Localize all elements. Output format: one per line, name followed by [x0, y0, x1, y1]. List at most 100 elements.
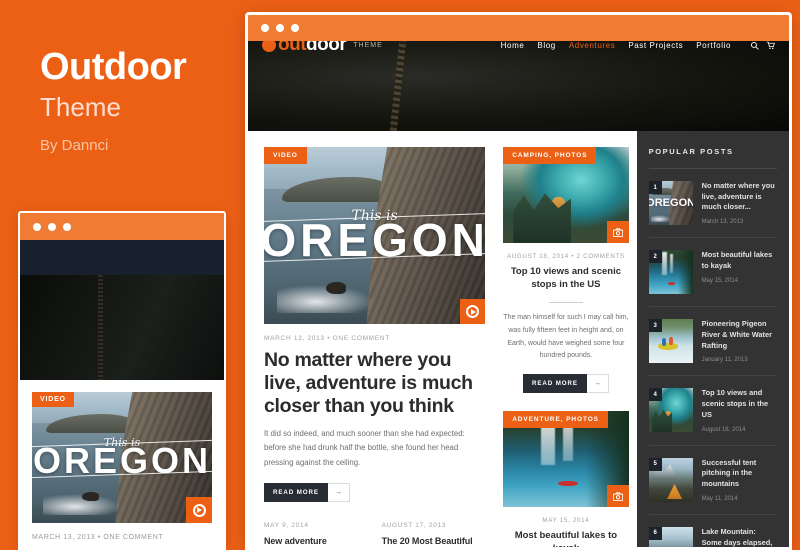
- popular-post-item[interactable]: 6 Lake Mountain: Some days elapsed, and …: [648, 515, 777, 547]
- small-post-item: AUGUST 17, 2013 The 20 Most Beautiful Hi…: [381, 522, 486, 547]
- popular-post-text: Most beautiful lakes to kayak May 15, 20…: [702, 250, 777, 294]
- preview-body: VIDEO This is OREGON MARCH 13, 2013 • ON…: [20, 240, 224, 550]
- small-post-title[interactable]: New adventure experience: Diving in ice …: [264, 529, 368, 547]
- popular-post-title[interactable]: Successful tent pitching in the mountain…: [702, 458, 777, 490]
- popular-post-item[interactable]: 3 Pioneering Pigeon River & White Water …: [648, 307, 777, 377]
- play-icon: [466, 305, 480, 318]
- popular-post-item[interactable]: 5 Successful tent pitching in the mounta…: [648, 446, 777, 515]
- post-card-excerpt: The man himself for such I may call him,…: [503, 313, 629, 360]
- rank-badge: 5: [648, 457, 662, 471]
- preview-category-badge[interactable]: VIDEO: [32, 392, 74, 407]
- popular-post-date: August 18, 2014: [701, 426, 746, 433]
- popular-post-text: No matter where you live, adventure is m…: [702, 181, 777, 225]
- nav-item-adventures[interactable]: Adventures: [569, 41, 615, 50]
- popular-post-text: Successful tent pitching in the mountain…: [702, 458, 777, 502]
- nav-item-blog[interactable]: Blog: [537, 41, 555, 50]
- featured-post-image[interactable]: VIDEO This is OREGON: [264, 147, 486, 324]
- nav-item-past-projects[interactable]: Past Projects: [628, 41, 683, 50]
- arrow-right-icon: →: [586, 374, 609, 394]
- popular-post-date: January 11, 2013: [701, 357, 748, 364]
- popular-post-thumbnail: 5: [648, 457, 693, 502]
- rank-badge: 2: [648, 250, 662, 264]
- popular-post-title[interactable]: Most beautiful lakes to kayak: [702, 250, 777, 271]
- rank-badge: 3: [648, 319, 662, 333]
- play-button[interactable]: [186, 497, 212, 523]
- popular-post-text: Top 10 views and scenic stops in the US …: [702, 388, 777, 432]
- site-header: out door THEME Home Blog Adventures Past…: [248, 41, 789, 131]
- preview-post: VIDEO This is OREGON MARCH 13, 2013 • ON…: [20, 380, 224, 541]
- popular-post-date: May 11, 2014: [701, 495, 738, 502]
- main-navigation: Home Blog Adventures Past Projects Portf…: [501, 41, 775, 50]
- cart-icon[interactable]: [766, 41, 775, 50]
- small-post-title[interactable]: The 20 Most Beautiful Hikes: [382, 529, 486, 547]
- play-button[interactable]: [460, 299, 486, 324]
- window-dot-icon[interactable]: [48, 222, 56, 231]
- small-posts-row: MAY 9, 2014 New adventure experience: Di…: [264, 502, 486, 547]
- window-close-dot-icon[interactable]: [261, 24, 269, 32]
- search-icon[interactable]: [750, 41, 759, 50]
- read-more-label: READ MORE: [264, 483, 328, 503]
- popular-post-title[interactable]: Lake Mountain: Some days elapsed, and ic…: [702, 527, 777, 547]
- sidebar-heading: POPULAR POSTS: [648, 147, 734, 156]
- secondary-column: CAMPING, PHOTOS AUGUST 18, 2014 • 2 COMM…: [495, 131, 636, 547]
- featured-category-badge[interactable]: VIDEO: [264, 147, 307, 164]
- post-card-image[interactable]: CAMPING, PHOTOS: [503, 147, 629, 243]
- browser-titlebar: [248, 15, 789, 41]
- promo-subtitle: Theme: [40, 92, 121, 122]
- nav-item-home[interactable]: Home: [501, 41, 525, 50]
- small-post-meta: AUGUST 17, 2013: [381, 522, 447, 530]
- popular-post-thumbnail: 4: [648, 388, 693, 433]
- popular-post-title[interactable]: Top 10 views and scenic stops in the US: [702, 388, 777, 420]
- post-card-title[interactable]: Top 10 views and scenic stops in the US: [503, 260, 628, 292]
- oregon-overlay-text: This is OREGON: [264, 147, 486, 324]
- logo-mark-icon: [262, 41, 276, 52]
- oregon-overlay-text: This is OREGON: [32, 392, 212, 523]
- camera-icon: [612, 227, 623, 237]
- popular-post-title[interactable]: No matter where you live, adventure is m…: [702, 181, 777, 213]
- read-more-label: READ MORE: [522, 374, 587, 394]
- post-card: CAMPING, PHOTOS AUGUST 18, 2014 • 2 COMM…: [503, 147, 629, 394]
- preview-navbar: [20, 240, 224, 275]
- screenshot-stage: Outdoor Theme By Dannci VIDEO This is OR…: [0, 0, 800, 550]
- header-row: out door THEME Home Blog Adventures Past…: [248, 41, 789, 57]
- logo-text-secondary: door: [306, 41, 347, 55]
- featured-read-more-button[interactable]: READ MORE →: [264, 483, 350, 503]
- popular-post-text: Lake Mountain: Some days elapsed, and ic…: [702, 527, 777, 547]
- sidebar: POPULAR POSTS 1 OREGON: [636, 131, 789, 547]
- window-maximize-dot-icon[interactable]: [291, 24, 299, 32]
- window-minimize-dot-icon[interactable]: [276, 24, 284, 32]
- popular-post-item[interactable]: 1 OREGON No matter where you live, adven…: [648, 169, 777, 239]
- site-logo[interactable]: out door THEME: [262, 41, 383, 56]
- popular-post-title[interactable]: Pioneering Pigeon River & White Water Ra…: [702, 319, 777, 351]
- camera-button[interactable]: [606, 221, 629, 243]
- overlay-frame: [264, 213, 486, 263]
- arrow-right-icon: →: [327, 483, 350, 503]
- rank-badge: 6: [648, 526, 662, 540]
- preview-post-meta: MARCH 13, 2013 • ONE COMMENT: [32, 534, 164, 541]
- small-post-meta: MAY 9, 2014: [264, 522, 309, 530]
- window-dot-icon[interactable]: [63, 222, 71, 231]
- camera-button[interactable]: [606, 485, 629, 508]
- preview-window: VIDEO This is OREGON MARCH 13, 2013 • ON…: [18, 211, 226, 550]
- main-column: VIDEO This is OREGON MARCH 13, 2013 • ON…: [248, 131, 495, 547]
- window-dot-icon[interactable]: [33, 222, 41, 231]
- nav-item-portfolio[interactable]: Portfolio: [696, 41, 731, 50]
- preview-hero-image: [20, 275, 224, 380]
- logo-text-primary: out: [278, 41, 307, 55]
- camera-icon: [612, 492, 623, 501]
- preview-post-image[interactable]: This is OREGON: [32, 392, 212, 523]
- browser-window: out door THEME Home Blog Adventures Past…: [245, 12, 792, 550]
- post-card-title[interactable]: Most beautiful lakes to kayak: [503, 524, 628, 547]
- popular-post-date: May 15, 2014: [701, 277, 738, 284]
- post-category-badge[interactable]: ADVENTURE, PHOTOS: [503, 411, 608, 429]
- content-grid: VIDEO This is OREGON MARCH 13, 2013 • ON…: [248, 131, 789, 547]
- featured-post-title[interactable]: No matter where you live, adventure is m…: [264, 342, 485, 418]
- post-card-meta: AUGUST 18, 2014 • 2 COMMENTS: [506, 253, 625, 260]
- rank-badge: 4: [648, 388, 662, 402]
- popular-post-item[interactable]: 2 Most beautiful lakes to kayak May 15, …: [648, 238, 777, 308]
- post-category-badge[interactable]: CAMPING, PHOTOS: [503, 147, 597, 164]
- popular-post-item[interactable]: 4 Top 10 views and scenic stops in the U…: [648, 376, 777, 446]
- card-read-more-button[interactable]: READ MORE →: [522, 374, 609, 394]
- rank-badge: 1: [648, 181, 662, 194]
- post-card-image[interactable]: ADVENTURE, PHOTOS: [503, 411, 629, 508]
